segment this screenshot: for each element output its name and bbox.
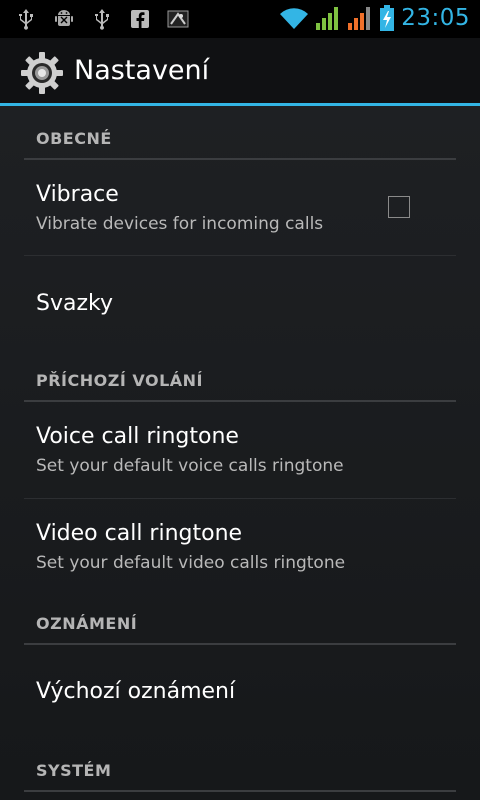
usb-icon bbox=[19, 9, 33, 30]
section-label: SYSTÉM bbox=[36, 761, 112, 780]
usb-icon bbox=[95, 9, 109, 30]
section-header-system: SYSTÉM bbox=[24, 740, 456, 792]
setting-title: Výchozí oznámení bbox=[36, 679, 236, 704]
vibrate-checkbox[interactable] bbox=[388, 196, 410, 218]
action-bar: Nastavení bbox=[0, 38, 480, 106]
setting-item-bundles[interactable]: Svazky bbox=[24, 256, 456, 352]
section-header-general: OBECNÉ bbox=[24, 106, 456, 160]
setting-item-voice-ringtone[interactable]: Voice call ringtone Set your default voi… bbox=[24, 401, 456, 499]
settings-gear-icon[interactable] bbox=[20, 51, 64, 95]
status-bar-clock: 23:05 bbox=[401, 5, 470, 31]
setting-summary: Vibrate devices for incoming calls bbox=[36, 214, 324, 234]
status-bar: 23:05 bbox=[0, 0, 480, 38]
section-label: PŘÍCHOZÍ VOLÁNÍ bbox=[36, 371, 203, 390]
status-bar-notifications bbox=[14, 7, 190, 31]
section-header-incoming-calls: PŘÍCHOZÍ VOLÁNÍ bbox=[24, 352, 456, 402]
setting-item-default-notification[interactable]: Výchozí oznámení bbox=[24, 644, 456, 740]
status-bar-system: 23:05 bbox=[279, 4, 470, 32]
facebook-icon bbox=[131, 10, 149, 28]
setting-title: Video call ringtone bbox=[36, 521, 243, 546]
setting-summary: Set your default video calls ringtone bbox=[36, 553, 346, 573]
android-debug-icon bbox=[55, 10, 73, 26]
battery-charging-icon bbox=[380, 5, 395, 31]
page-title: Nastavení bbox=[74, 55, 210, 86]
setting-item-video-ringtone[interactable]: Video call ringtone Set your default vid… bbox=[24, 499, 456, 595]
setting-title: Svazky bbox=[36, 291, 113, 316]
signal-icon bbox=[316, 7, 339, 30]
setting-title: Voice call ringtone bbox=[36, 424, 239, 449]
setting-summary: Set your default voice calls ringtone bbox=[36, 456, 344, 476]
section-header-notifications: OZNÁMENÍ bbox=[24, 595, 456, 645]
notification-app-icon bbox=[167, 10, 189, 28]
section-label: OBECNÉ bbox=[36, 129, 112, 148]
wifi-icon bbox=[280, 8, 309, 30]
setting-item-vibrate[interactable]: Vibrace Vibrate devices for incoming cal… bbox=[24, 159, 456, 256]
settings-list: OBECNÉ Vibrace Vibrate devices for incom… bbox=[0, 106, 480, 800]
setting-title: Vibrace bbox=[36, 182, 119, 207]
signal-roaming-icon bbox=[348, 7, 371, 30]
section-label: OZNÁMENÍ bbox=[36, 614, 138, 633]
